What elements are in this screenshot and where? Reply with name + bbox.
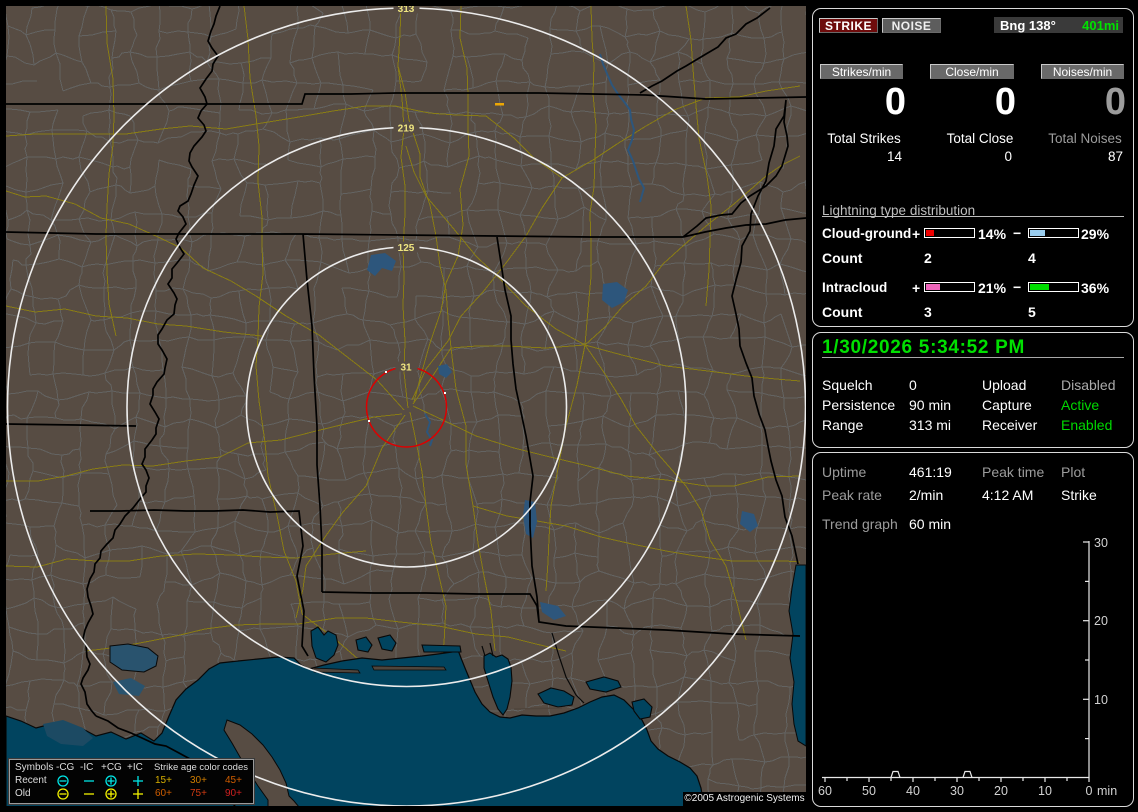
svg-text:20: 20: [994, 784, 1008, 798]
svg-text:10: 10: [1038, 784, 1052, 798]
svg-text:125: 125: [398, 243, 415, 254]
svg-text:219: 219: [398, 124, 415, 135]
svg-text:30: 30: [1094, 536, 1108, 550]
svg-text:60: 60: [818, 784, 832, 798]
svg-text:0: 0: [1086, 784, 1093, 798]
svg-text:30: 30: [950, 784, 964, 798]
svg-text:min: min: [1097, 784, 1117, 798]
svg-text:20: 20: [1094, 614, 1108, 628]
svg-text:31: 31: [400, 363, 412, 374]
svg-text:313: 313: [398, 6, 415, 15]
svg-text:40: 40: [906, 784, 920, 798]
svg-text:10: 10: [1094, 693, 1108, 707]
svg-text:50: 50: [862, 784, 876, 798]
